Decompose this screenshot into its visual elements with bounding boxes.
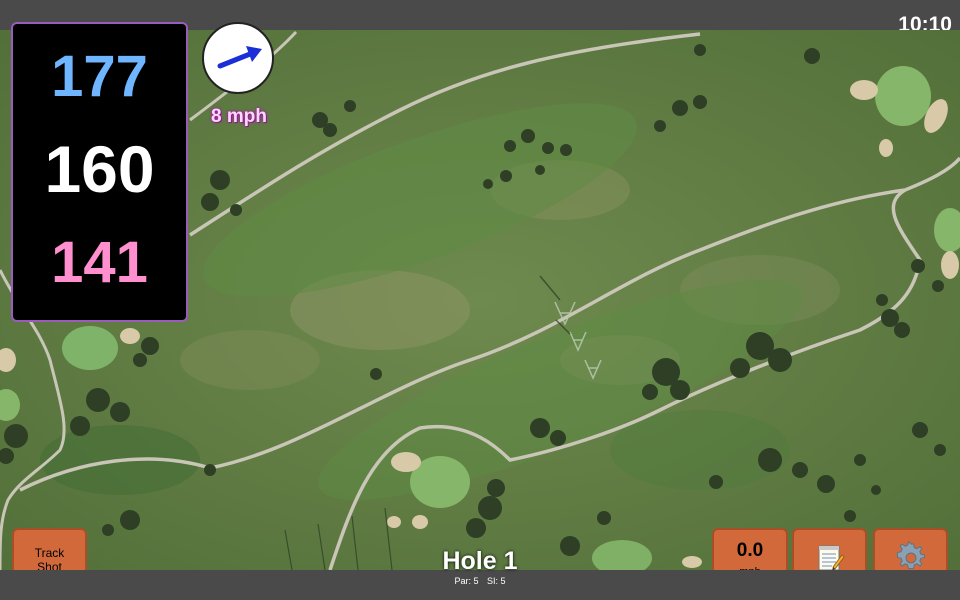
wind-arrow-icon: [217, 46, 262, 69]
distance-panel: 177 160 141: [11, 22, 188, 322]
hole-par: Par: 5: [454, 576, 479, 586]
hole-info: Par: 5 SI: 5: [380, 577, 580, 586]
wind-direction-dial: [202, 22, 274, 94]
wind-speed: 8 mph: [211, 106, 267, 127]
hole-stroke-index: SI: 5: [487, 576, 506, 586]
back-distance: 177: [51, 44, 148, 109]
hole-title: Hole 1: [442, 547, 518, 575]
middle-distance: 160: [44, 132, 155, 206]
speed-value: 0.0: [736, 540, 764, 561]
track-shot-label-line1: Track: [34, 546, 65, 560]
notepad-icon: [818, 545, 845, 571]
front-distance: 141: [51, 230, 148, 295]
